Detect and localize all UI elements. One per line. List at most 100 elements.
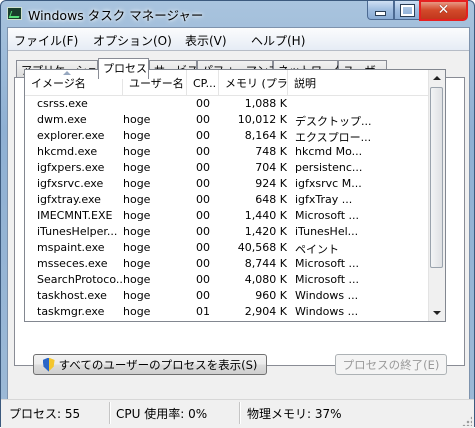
process-memory-cell: 1,088 K	[244, 97, 287, 110]
process-memory-cell: 4,080 K	[244, 273, 287, 286]
table-row[interactable]: iTunesHelper... hoge 00 1,420 K iTunesHel...	[25, 224, 431, 240]
process-name-cell: SearchProtoco...	[37, 273, 125, 286]
process-user-cell: hoge	[123, 305, 151, 318]
close-icon: ✕	[437, 2, 450, 18]
table-row[interactable]: explorer.exe hoge 00 8,164 K エクスプロー...	[25, 128, 431, 144]
menu-file[interactable]: ファイル(F)	[14, 32, 78, 49]
process-cpu-cell: 00	[196, 289, 210, 302]
uac-shield-icon	[42, 357, 55, 372]
column-memory[interactable]: メモリ (プラ...	[219, 70, 288, 95]
process-cpu-cell: 00	[196, 97, 210, 110]
process-cpu-cell: 00	[196, 177, 210, 190]
process-name-cell: msseces.exe	[37, 257, 108, 270]
status-separator	[239, 402, 241, 424]
table-row[interactable]: csrss.exe 00 1,088 K	[25, 96, 431, 112]
table-row[interactable]: igfxsrvc.exe hoge 00 924 K igfxsrvc M...	[25, 176, 431, 192]
process-name-cell: iTunesHelper...	[37, 225, 118, 238]
vertical-scrollbar[interactable]	[428, 70, 445, 321]
process-cpu-cell: 00	[196, 257, 210, 270]
process-description-cell: VZA HD A...	[295, 321, 375, 322]
process-cpu-cell: 00	[196, 241, 210, 254]
column-description[interactable]: 説明	[288, 70, 431, 95]
process-cpu-cell: 00	[196, 145, 210, 158]
minimize-icon	[375, 11, 386, 16]
table-row[interactable]: taskmgr.exe hoge 01 2,904 K Windows ...	[25, 304, 431, 320]
table-row[interactable]: IMECMNT.EXE hoge 00 1,440 K Microsoft ...	[25, 208, 431, 224]
maximize-button[interactable]	[394, 1, 420, 20]
scroll-up-button[interactable]	[429, 70, 445, 86]
process-list[interactable]: イメージ名 ユーザー名 CP... メモリ (プラ... 説明 csrss.ex…	[24, 69, 446, 322]
process-cpu-cell: 00	[196, 273, 210, 286]
process-name-cell: igfxpers.exe	[37, 161, 105, 174]
table-row[interactable]: igfxtray.exe hoge 00 648 K igfxTray ...	[25, 192, 431, 208]
process-cpu-cell: 00	[196, 129, 210, 142]
process-name-cell: mspaint.exe	[37, 241, 105, 254]
process-cpu-cell: 00	[196, 161, 210, 174]
table-row[interactable]: SearchProtoco... hoge 00 4,080 K Microsoft .…	[25, 272, 431, 288]
process-name-cell: igfxsrvc.exe	[37, 177, 104, 190]
process-description-cell: デスクトップ...	[295, 115, 372, 128]
close-button[interactable]: ✕	[419, 0, 468, 21]
process-name-cell: VCenter.exe	[37, 321, 125, 322]
status-process-count: プロセス: 55	[9, 407, 81, 421]
column-cpu[interactable]: CP...	[187, 70, 219, 95]
title-bar[interactable]: Windows タスク マネージャー ✕	[1, 0, 474, 27]
process-user-cell: hoge	[123, 177, 151, 190]
list-header: イメージ名 ユーザー名 CP... メモリ (プラ... 説明	[25, 70, 431, 96]
process-user-cell: hoge	[123, 113, 151, 126]
process-description-cell: iTunesHel...	[295, 225, 359, 238]
process-description-cell: Microsoft ...	[295, 273, 360, 286]
minimize-button[interactable]	[367, 1, 394, 20]
menu-options[interactable]: オプション(O)	[93, 32, 172, 49]
scroll-thumb[interactable]	[430, 87, 443, 268]
process-cpu-cell: 00	[196, 193, 210, 206]
process-user-cell: hoge	[123, 193, 151, 206]
process-description-cell: ペイント	[295, 243, 339, 256]
table-row[interactable]: igfxpers.exe hoge 00 704 K persistenc...	[25, 160, 431, 176]
process-user-cell: hoge	[123, 257, 151, 270]
process-name-cell: igfxtray.exe	[37, 193, 101, 206]
process-description-cell: hkcmd Mo...	[295, 145, 363, 158]
scroll-up-icon	[433, 76, 441, 80]
table-row[interactable]: msseces.exe hoge 00 8,744 K Microsoft ...	[25, 256, 431, 272]
end-process-button[interactable]: プロセスの終了(E)	[335, 354, 447, 375]
sort-up-icon	[63, 71, 71, 75]
process-user-cell: hoge	[123, 145, 151, 158]
task-manager-icon	[7, 7, 22, 20]
process-user-cell: hoge	[123, 289, 151, 302]
process-description-cell: igfxTray ...	[295, 193, 353, 206]
process-memory-cell: 8,744 K	[244, 257, 287, 270]
table-row[interactable]: dwm.exe hoge 00 10,012 K デスクトップ...	[25, 112, 431, 128]
table-row[interactable]: taskhost.exe hoge 00 960 K Windows ...	[25, 288, 431, 304]
status-cpu-usage: CPU 使用率: 0%	[116, 407, 208, 421]
process-cpu-cell: 00	[196, 225, 210, 238]
process-description-cell: igfxsrvc M...	[295, 177, 362, 190]
process-rows: csrss.exe 00 1,088 K dwm.exe hoge 00 10,012 K デ…	[25, 96, 431, 322]
process-description-cell: Microsoft ...	[295, 257, 360, 270]
process-description-cell: エクスプロー...	[295, 131, 372, 144]
show-all-users-label: すべてのユーザーのプロセスを表示(S)	[58, 357, 258, 372]
process-user-cell: hoge	[123, 129, 151, 142]
end-process-label: プロセスの終了(E)	[342, 357, 440, 372]
maximize-icon	[399, 3, 415, 17]
process-memory-cell: 10,012 K	[237, 113, 287, 126]
table-row[interactable]: hkcmd.exe hoge 00 748 K hkcmd Mo...	[25, 144, 431, 160]
tab-processes[interactable]: プロセス	[98, 58, 149, 79]
scroll-down-button[interactable]	[429, 305, 445, 321]
menu-view[interactable]: 表示(V)	[185, 32, 227, 49]
table-row[interactable]: VCenter.exehoge003,912 K VZA HD A...	[25, 320, 431, 322]
process-cpu-cell: 01	[196, 305, 210, 318]
show-all-users-processes-button[interactable]: すべてのユーザーのプロセスを表示(S)	[33, 354, 267, 375]
process-name-cell: dwm.exe	[37, 113, 87, 126]
resize-grip[interactable]	[462, 416, 472, 426]
column-cpu-label: CP...	[193, 77, 217, 90]
process-memory-cell: 2,904 K	[244, 305, 287, 318]
table-row[interactable]: mspaint.exe hoge 00 40,568 K ペイント	[25, 240, 431, 256]
process-name-cell: explorer.exe	[37, 129, 105, 142]
process-name-cell: csrss.exe	[37, 97, 88, 110]
process-name-cell: taskhost.exe	[37, 289, 107, 302]
process-description-cell: persistenc...	[295, 161, 363, 174]
process-memory-cell: 1,440 K	[244, 209, 287, 222]
menu-help[interactable]: ヘルプ(H)	[251, 32, 305, 49]
window-title: Windows タスク マネージャー	[28, 8, 204, 23]
